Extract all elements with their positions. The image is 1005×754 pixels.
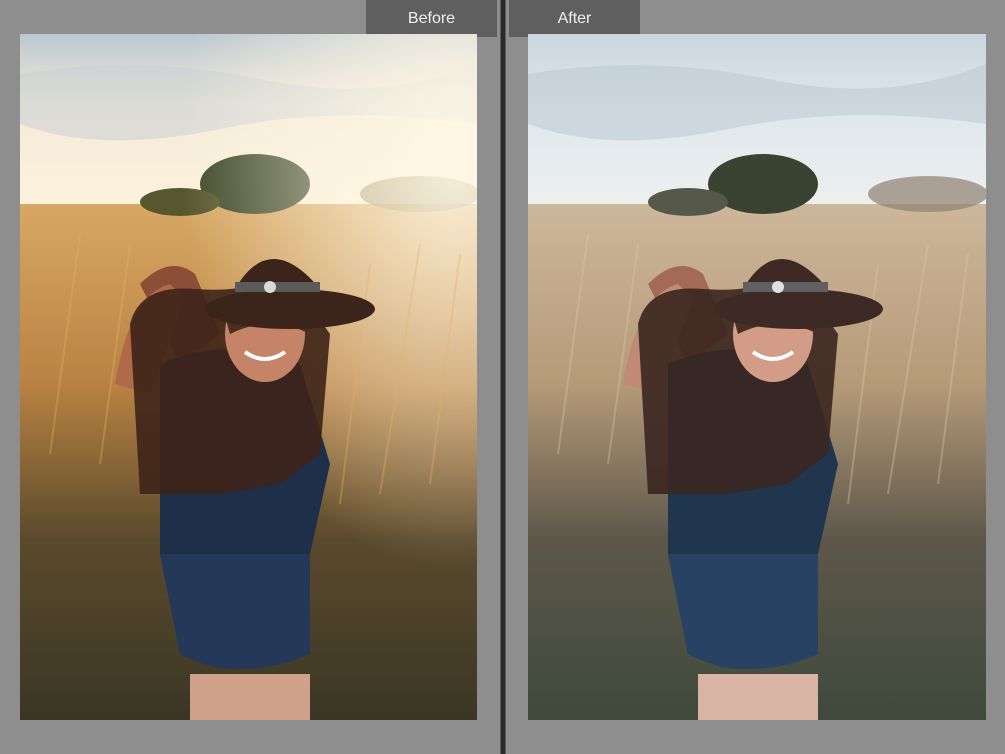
before-label: Before bbox=[366, 0, 497, 37]
before-pane: Before bbox=[0, 0, 500, 754]
after-label: After bbox=[509, 0, 640, 37]
before-after-compare-view: Before After bbox=[0, 0, 1005, 754]
after-photo-image bbox=[528, 34, 986, 720]
after-photo[interactable] bbox=[528, 34, 986, 720]
before-photo[interactable] bbox=[20, 34, 477, 720]
before-photo-image bbox=[20, 34, 477, 720]
after-pane: After bbox=[506, 0, 1005, 754]
